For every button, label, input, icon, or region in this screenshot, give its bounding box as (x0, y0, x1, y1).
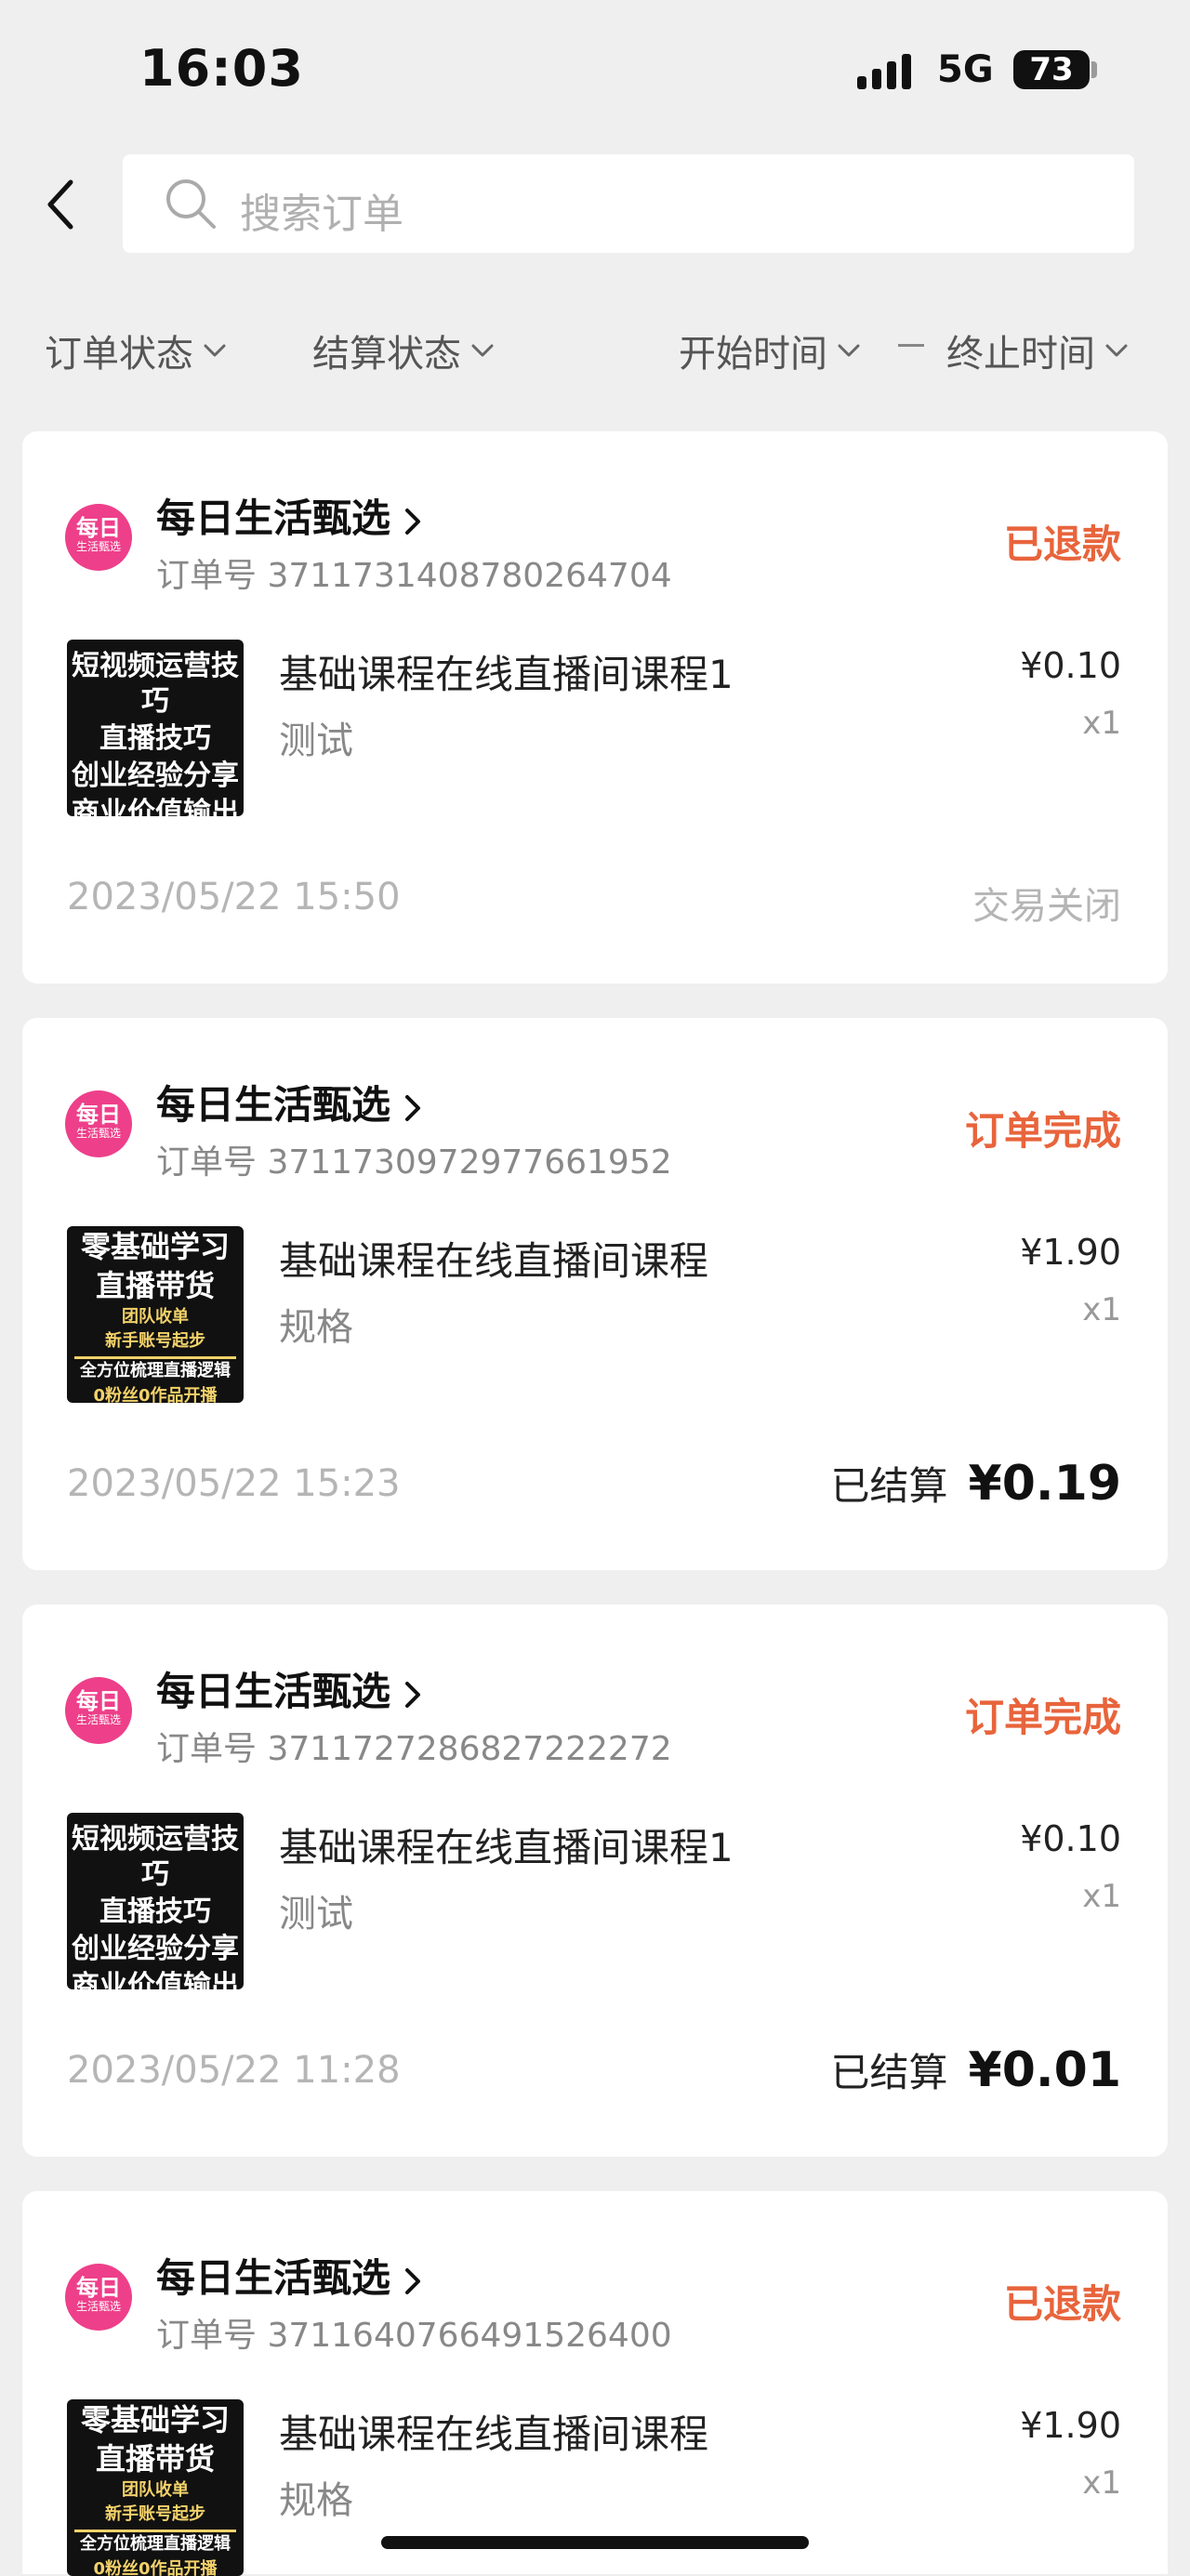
chevron-down-icon (471, 344, 494, 357)
product-quantity: x1 (1082, 705, 1121, 742)
product-spec: 规格 (279, 2479, 353, 2522)
product-price: ¥1.90 (1020, 2405, 1121, 2446)
product-name: 基础课程在线直播间课程1 (279, 652, 734, 697)
product-name: 基础课程在线直播间课程 (279, 2411, 709, 2457)
chevron-right-icon (405, 1681, 421, 1708)
settle-status-label: 结算状态 (312, 333, 461, 376)
product-price: ¥0.10 (1020, 1818, 1121, 1859)
search-icon (166, 179, 216, 229)
chevron-right-icon (405, 508, 421, 535)
product-spec: 规格 (279, 1306, 353, 1349)
product-spec: 测试 (279, 720, 353, 762)
shop-name-link[interactable]: 每日生活甄选 (156, 487, 422, 544)
product-name: 基础课程在线直播间课程 (279, 1238, 709, 1284)
settlement-info: 已结算 ¥0.01 (831, 2041, 1122, 2098)
settle-amount: ¥0.19 (968, 1456, 1121, 1512)
shop-logo: 每日 生活甄选 (65, 504, 132, 571)
start-time-label: 开始时间 (679, 333, 827, 376)
order-status-filter[interactable]: 订单状态 (45, 324, 227, 377)
order-date: 2023/05/22 15:50 (67, 876, 401, 918)
product-thumbnail[interactable]: 短视频运营技巧 直播技巧 创业经验分享 商业价值输出 (67, 640, 244, 816)
settle-amount: ¥0.01 (968, 2042, 1121, 2098)
chevron-down-icon (838, 344, 860, 357)
home-indicator[interactable] (381, 2536, 809, 2549)
settlement-info: 已结算 ¥0.19 (831, 1455, 1122, 1512)
product-thumbnail[interactable]: 零基础学习 直播带货 团队收单 新手账号起步 全方位梳理直播逻辑 0粉丝0作品开… (67, 2399, 244, 2576)
end-time-label: 终止时间 (946, 333, 1095, 376)
shop-name-link[interactable]: 每日生活甄选 (156, 1074, 422, 1130)
order-number: 订单号 3711727286827222272 (156, 1730, 672, 1768)
order-status-label: 订单状态 (45, 333, 193, 376)
order-card[interactable]: 每日 生活甄选 每日生活甄选 订单号 3711730972977661952 订… (22, 1018, 1168, 1570)
network-type: 5G (937, 48, 994, 91)
order-date: 2023/05/22 15:23 (67, 1462, 401, 1505)
order-number: 订单号 3711731408780264704 (156, 557, 672, 595)
status-time: 16:03 (139, 39, 304, 98)
product-thumbnail[interactable]: 短视频运营技巧 直播技巧 创业经验分享 商业价值输出 (67, 1813, 244, 1989)
product-thumbnail[interactable]: 零基础学习 直播带货 团队收单 新手账号起步 全方位梳理直播逻辑 0粉丝0作品开… (67, 1226, 244, 1403)
shop-logo: 每日 生活甄选 (65, 2264, 132, 2331)
back-arrow-icon[interactable] (43, 177, 80, 232)
shop-name-link[interactable]: 每日生活甄选 (156, 2247, 422, 2304)
chevron-right-icon (405, 1094, 421, 1121)
order-status: 已退款 (1003, 2281, 1121, 2327)
range-separator (898, 344, 924, 347)
product-quantity: x1 (1082, 2464, 1121, 2502)
product-quantity: x1 (1082, 1878, 1121, 1915)
order-card[interactable]: 每日 生活甄选 每日生活甄选 订单号 3711727286827222272 订… (22, 1605, 1168, 2157)
order-date: 2023/05/22 11:28 (67, 2049, 401, 2092)
filter-bar: 订单状态 结算状态 开始时间 终止时间 (0, 316, 1190, 381)
order-card[interactable]: 每日 生活甄选 每日生活甄选 订单号 3711731408780264704 已… (22, 431, 1168, 984)
product-name: 基础课程在线直播间课程1 (279, 1825, 734, 1870)
battery-tip (1091, 61, 1097, 78)
product-quantity: x1 (1082, 1291, 1121, 1328)
end-time-filter[interactable]: 终止时间 (946, 324, 1129, 377)
product-price: ¥1.90 (1020, 1232, 1121, 1273)
order-card[interactable]: 每日 生活甄选 每日生活甄选 订单号 3711640766491526400 已… (22, 2191, 1168, 2576)
settle-status-filter[interactable]: 结算状态 (312, 324, 495, 377)
order-status: 订单完成 (964, 1695, 1121, 1740)
start-time-filter[interactable]: 开始时间 (679, 324, 861, 377)
signal-strength-icon (857, 54, 911, 89)
shop-logo: 每日 生活甄选 (65, 1090, 132, 1157)
order-status: 订单完成 (964, 1108, 1121, 1154)
product-price: ¥0.10 (1020, 645, 1121, 686)
shop-logo: 每日 生活甄选 (65, 1677, 132, 1744)
settle-label: 已结算 (830, 2050, 948, 2095)
order-status: 已退款 (1003, 522, 1121, 567)
shop-name-link[interactable]: 每日生活甄选 (156, 1660, 422, 1717)
settle-label: 已结算 (830, 1463, 948, 1509)
trade-status: 交易关闭 (972, 885, 1121, 928)
chevron-right-icon (405, 2267, 421, 2294)
chevron-down-icon (204, 344, 226, 357)
battery-icon: 73 (1013, 50, 1090, 89)
status-bar: 16:03 5G 73 (0, 0, 1190, 139)
order-number: 订单号 3711730972977661952 (156, 1143, 672, 1182)
search-placeholder: 搜索订单 (240, 191, 403, 238)
search-input[interactable]: 搜索订单 (123, 154, 1134, 253)
product-spec: 测试 (279, 1893, 353, 1935)
order-number: 订单号 3711640766491526400 (156, 2317, 672, 2355)
chevron-down-icon (1105, 344, 1128, 357)
